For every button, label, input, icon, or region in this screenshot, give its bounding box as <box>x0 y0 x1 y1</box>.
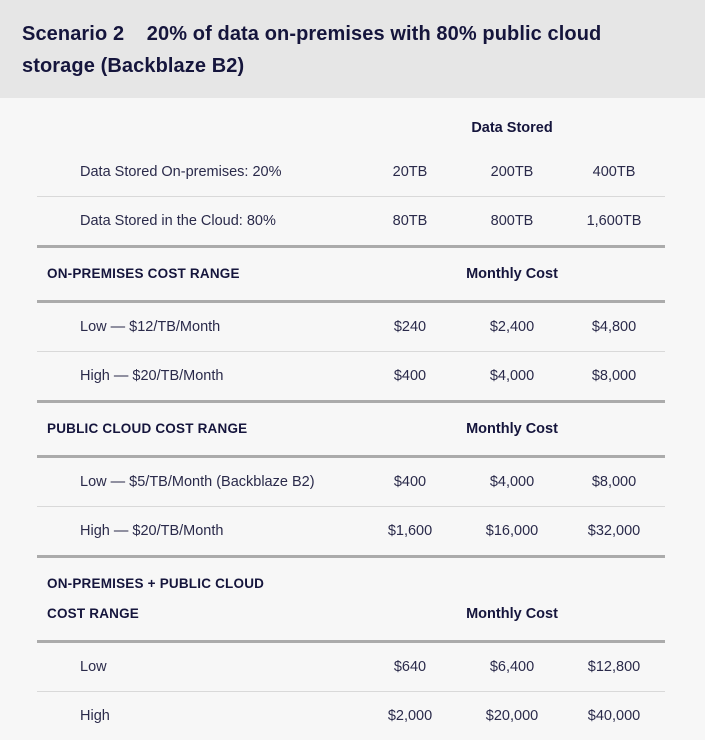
table-row: Low — $12/TB/Month $240 $2,400 $4,800 <box>37 302 665 352</box>
page-title-line-2: storage (Backblaze B2) <box>22 50 683 82</box>
scenario-cost-table-page: Scenario 2 20% of data on‑premises with … <box>0 0 705 738</box>
cell-value: $8,000 <box>563 352 665 402</box>
cell-value: $16,000 <box>461 507 563 557</box>
section-header-row-combined: ON-PREMISES + PUBLIC CLOUD COST RANGE Mo… <box>37 557 665 642</box>
row-label: High <box>37 692 359 740</box>
section-header-row-on-premises: ON-PREMISES COST RANGE Monthly Cost <box>37 247 665 302</box>
title-banner: Scenario 2 20% of data on‑premises with … <box>0 0 705 98</box>
cell-value: 1,600TB <box>563 197 665 247</box>
cell-value: $400 <box>359 457 461 507</box>
cell-value: $4,800 <box>563 302 665 352</box>
row-label: Low <box>37 642 359 692</box>
cell-value: $4,000 <box>461 457 563 507</box>
cell-value: 200TB <box>461 148 563 197</box>
row-label: High — $20/TB/Month <box>37 352 359 402</box>
table-row: Data Stored in the Cloud: 80% 80TB 800TB… <box>37 197 665 247</box>
table-row: High — $20/TB/Month $400 $4,000 $8,000 <box>37 352 665 402</box>
cell-value: $8,000 <box>563 457 665 507</box>
cell-value: $1,600 <box>359 507 461 557</box>
cell-value: $6,400 <box>461 642 563 692</box>
cell-value: $40,000 <box>563 692 665 740</box>
section-metric-label: Monthly Cost <box>359 402 665 457</box>
row-label: High — $20/TB/Month <box>37 507 359 557</box>
section-metric-label: Monthly Cost <box>359 247 665 302</box>
section-title: PUBLIC CLOUD COST RANGE <box>37 402 359 457</box>
table-row: Low — $5/TB/Month (Backblaze B2) $400 $4… <box>37 457 665 507</box>
cost-comparison-table: Data Stored Data Stored On-premises: 20%… <box>37 114 665 740</box>
cell-value: $20,000 <box>461 692 563 740</box>
section-metric-label: Monthly Cost <box>359 557 665 642</box>
table-row: High — $20/TB/Month $1,600 $16,000 $32,0… <box>37 507 665 557</box>
section-header-row-public-cloud: PUBLIC CLOUD COST RANGE Monthly Cost <box>37 402 665 457</box>
group-header-data-stored: Data Stored <box>359 114 665 148</box>
cell-value: 400TB <box>563 148 665 197</box>
table-row: Data Stored On-premises: 20% 20TB 200TB … <box>37 148 665 197</box>
cell-value: $240 <box>359 302 461 352</box>
cell-value: $12,800 <box>563 642 665 692</box>
page-title-line-1: Scenario 2 20% of data on‑premises with … <box>22 18 683 50</box>
cell-value: $2,000 <box>359 692 461 740</box>
row-label: Data Stored in the Cloud: 80% <box>37 197 359 247</box>
cell-value: $4,000 <box>461 352 563 402</box>
row-label: Low — $5/TB/Month (Backblaze B2) <box>37 457 359 507</box>
cell-value: $2,400 <box>461 302 563 352</box>
section-title: ON-PREMISES + PUBLIC CLOUD COST RANGE <box>37 557 359 642</box>
cell-value: $640 <box>359 642 461 692</box>
section-title-line-1: ON-PREMISES + PUBLIC CLOUD <box>47 569 359 599</box>
cell-value: 20TB <box>359 148 461 197</box>
cell-value: $32,000 <box>563 507 665 557</box>
table-row: Low $640 $6,400 $12,800 <box>37 642 665 692</box>
cell-value: $400 <box>359 352 461 402</box>
table-row: High $2,000 $20,000 $40,000 <box>37 692 665 740</box>
row-label: Data Stored On-premises: 20% <box>37 148 359 197</box>
cell-value: 80TB <box>359 197 461 247</box>
group-header-spacer <box>37 114 359 148</box>
row-label: Low — $12/TB/Month <box>37 302 359 352</box>
table-group-header-row: Data Stored <box>37 114 665 148</box>
section-title-line-2: COST RANGE <box>47 599 359 629</box>
table-container: Data Stored Data Stored On-premises: 20%… <box>0 98 705 740</box>
cell-value: 800TB <box>461 197 563 247</box>
section-title: ON-PREMISES COST RANGE <box>37 247 359 302</box>
